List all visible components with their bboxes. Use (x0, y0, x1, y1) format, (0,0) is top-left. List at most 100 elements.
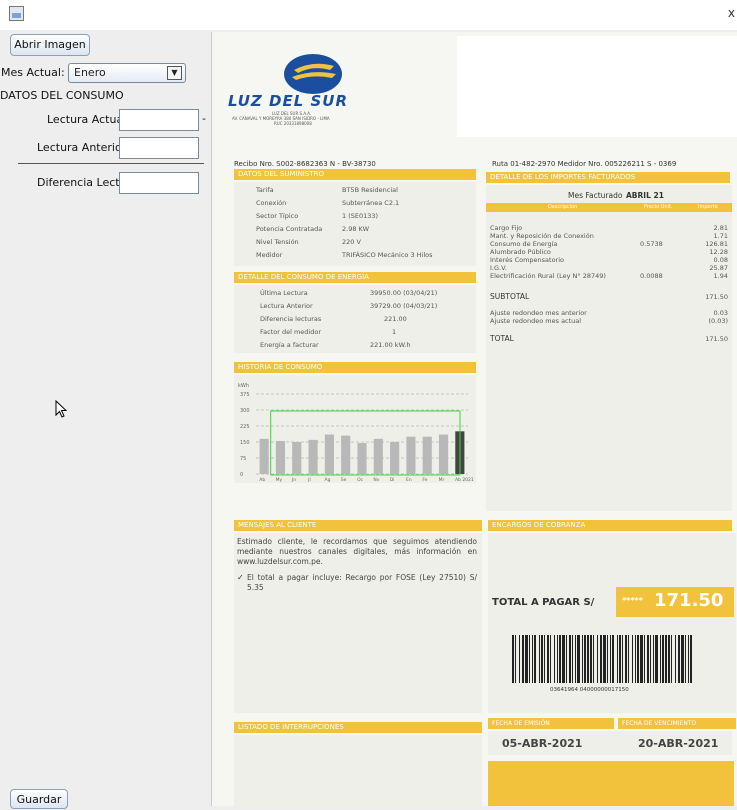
difference-field[interactable] (119, 172, 199, 194)
save-button[interactable]: Guardar (10, 789, 68, 809)
luz-del-sur-logo-icon (284, 54, 342, 94)
barcode-bar (566, 635, 567, 683)
barcode-bar (622, 635, 623, 683)
consumption-row-2-value: 221.00 (384, 315, 407, 323)
history-month-label: Ag (324, 477, 330, 483)
messages-title: MENSAJES AL CLIENTE (234, 520, 482, 531)
history-tick-3: 150 (240, 440, 250, 446)
barcode-bar (547, 635, 549, 683)
month-select-value: Enero (74, 66, 106, 79)
amount-row-5-desc: I.G.V. (490, 264, 507, 272)
route-line: Ruta 01-482-2970 Medidor Nro. 005226211 … (492, 160, 677, 168)
amount-row-0-desc: Cargo Fijo (490, 224, 523, 232)
reading-dash: - (202, 112, 206, 125)
current-reading-field[interactable] (119, 109, 199, 131)
history-month-label: Se (341, 477, 347, 483)
barcode-bar (534, 635, 536, 683)
barcode-bar (539, 635, 540, 683)
java-app-icon (9, 6, 24, 21)
amount-row-6-price: 0.0088 (640, 272, 663, 280)
total-pay-value: 171.50 (654, 590, 724, 611)
barcode-bar (532, 635, 533, 683)
adjust-prev-value: 0.03 (713, 309, 728, 317)
history-month-label: Jl (307, 477, 311, 483)
amounts-panel: Mes Facturado ABRIL 21 Descripción Preci… (486, 185, 732, 511)
barcode-bar (678, 635, 680, 683)
barcode-bar (575, 635, 576, 683)
history-bar (292, 442, 302, 474)
barcode-bar (522, 635, 524, 683)
barcode-bar (668, 635, 670, 683)
message-2: El total a pagar incluye: Recargo por FO… (247, 573, 477, 592)
charges-title: ENCARGOS DE COBRANZA (488, 520, 732, 531)
history-panel: kWh 375 300 225 150 75 0 Ab My Jn Jl Ag Se Oc N… (234, 375, 476, 483)
month-select[interactable]: Enero ▼ (68, 63, 186, 83)
history-tick-4: 75 (240, 456, 246, 462)
barcode-bar (644, 635, 645, 683)
barcode-bar (655, 635, 658, 683)
barcode-bar (690, 635, 692, 683)
mouse-cursor-icon (55, 400, 67, 418)
amount-row-3-desc: Alumbrado Público (490, 248, 551, 256)
barcode-bar (671, 635, 672, 683)
barcode-bar (541, 635, 543, 683)
history-month-label: Oc (357, 477, 364, 483)
supply-title: DATOS DEL SUMINISTRO (234, 169, 476, 180)
barcode-bar (600, 635, 602, 683)
barcode-bar (650, 635, 651, 683)
due-date-title: FECHA DE VENCIMIENTO (618, 718, 736, 729)
amount-row-4-desc: Interés Compensatorio (490, 256, 565, 264)
chevron-down-icon[interactable]: ▼ (167, 66, 182, 80)
total-pay-stars: ***** (622, 596, 643, 605)
barcode-bar (582, 635, 583, 683)
month-billed-value: ABRIL 21 (626, 191, 664, 200)
messages-panel: Estimado cliente, le recordamos que segu… (234, 533, 482, 713)
supply-row-2-value: 1 (SE0133) (342, 212, 379, 220)
barcode-bar (653, 635, 654, 683)
month-billed-label: Mes Facturado (568, 191, 623, 200)
amounts-header-bar (486, 203, 732, 212)
amount-row-2-amount: 126.81 (705, 240, 728, 248)
amount-row-1-desc: Mant. y Reposición de Conexión (490, 232, 594, 240)
month-label: Mes Actual: (1, 66, 65, 79)
bottom-yellow-block (488, 761, 734, 806)
open-image-button[interactable]: Abrir Imagen (10, 34, 90, 56)
barcode-bar (647, 635, 649, 683)
history-bar (259, 438, 269, 474)
consumption-row-1-value: 39729.00 (04/03/21) (370, 302, 438, 310)
consumption-row-2-key: Diferencia lecturas (260, 315, 322, 323)
consumption-row-0-key: Última Lectura (260, 289, 308, 297)
total-value: 171.50 (705, 335, 728, 343)
barcode-bar (610, 635, 611, 683)
close-icon[interactable]: x (728, 6, 735, 20)
logo-sub3: RUC 20331898008 (274, 121, 312, 126)
barcode-bar (572, 635, 573, 683)
history-tick-0: 375 (240, 392, 250, 398)
barcode-bar (590, 635, 592, 683)
previous-reading-field[interactable] (119, 137, 199, 159)
outages-panel (234, 735, 482, 806)
history-month-label: Ab 2021 (455, 477, 474, 483)
supply-row-0-key: Tarifa (256, 186, 274, 194)
history-month-label: Fe (422, 477, 427, 483)
barcode-bar (584, 635, 586, 683)
supply-row-5-key: Medidor (256, 251, 283, 259)
amount-row-2-price: 0.5738 (640, 240, 663, 248)
barcode-bar (550, 635, 551, 683)
history-bar (438, 434, 449, 474)
consumption-panel: Última Lectura 39950.00 (03/04/21) Lectu… (234, 285, 476, 353)
barcode-bar (640, 635, 643, 683)
total-pay-box: ***** 171.50 (616, 587, 734, 617)
supply-panel: Tarifa BT5B Residencial Conexión Subterr… (234, 182, 476, 266)
supply-row-1-key: Conexión (256, 199, 287, 207)
barcode-bar (587, 635, 589, 683)
barcode-bar (625, 635, 627, 683)
barcode-bar (544, 635, 545, 683)
adjust-prev-label: Ajuste redondeo mes anterior (490, 309, 587, 317)
barcode-icon (512, 635, 692, 683)
total-label: TOTAL (490, 334, 514, 343)
receipt-line: Recibo Nro. S002-8682363 N - BV-38730 (234, 160, 376, 168)
history-tick-1: 300 (240, 408, 250, 414)
difference-label: Diferencia Lect... (37, 176, 131, 189)
section-title: DATOS DEL CONSUMO (0, 89, 124, 102)
